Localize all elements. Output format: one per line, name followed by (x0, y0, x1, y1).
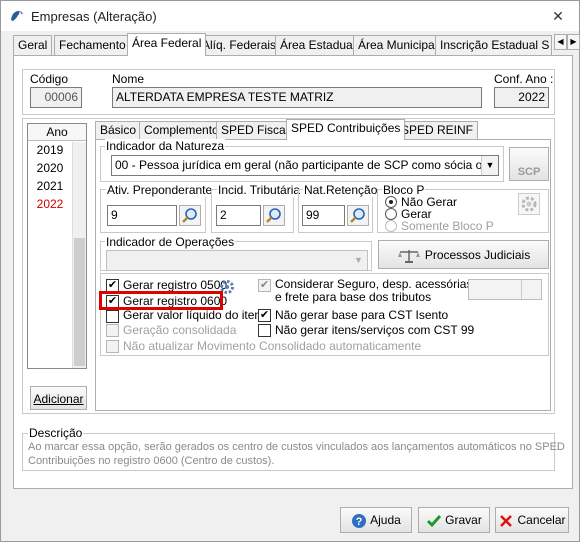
descricao-text-line2: Contribuições no registro 0600 (Centro d… (28, 455, 275, 467)
considerar-seguro-label: Considerar Seguro, desp. acessórias (275, 277, 473, 291)
cancelar-label: Cancelar (517, 513, 566, 527)
top-tab-bar: Geral Fechamento Área Federal Alíq. Fede… (13, 33, 553, 56)
operacoes-select[interactable]: ▼ (106, 250, 368, 271)
tab-scroll-left-icon[interactable]: ◀ (554, 34, 567, 50)
gravar-button[interactable]: Gravar (418, 507, 490, 533)
window-title: Empresas (Alteração) (31, 9, 157, 24)
cancelar-button[interactable]: Cancelar (495, 507, 569, 533)
checkbox-considerar-seguro[interactable]: ✔ (258, 279, 271, 292)
nao-gerar-base-isento-label: Não gerar base para CST Isento (275, 308, 449, 322)
tab-geral[interactable]: Geral (13, 35, 53, 55)
year-item[interactable]: 2019 (28, 142, 72, 159)
tab-scroll-right-icon[interactable]: ▶ (567, 34, 580, 50)
ajuda-label: Ajuda (370, 513, 401, 527)
scrollbar-thumb[interactable] (74, 238, 85, 366)
gerar-0500-label: Gerar registro 0500 (123, 278, 228, 292)
radio-nao-gerar[interactable] (385, 196, 397, 208)
tab-complemento[interactable]: Complemento (139, 121, 224, 139)
year-list-header: Ano (28, 124, 86, 141)
ajuda-button[interactable]: ? Ajuda (340, 507, 412, 533)
tab-sped-reinf[interactable]: SPED REINF (396, 121, 479, 139)
tab-sped-fiscal[interactable]: SPED Fiscal (216, 121, 294, 139)
conf-ano-label: Conf. Ano : (494, 72, 554, 86)
check-icon (427, 514, 442, 528)
conf-ano-field: 2022 (494, 87, 549, 108)
checkbox-nao-gerar-cst-99[interactable] (258, 324, 271, 337)
search-icon[interactable] (179, 205, 201, 226)
processos-judiciais-label: Processos Judiciais (424, 248, 531, 262)
tab-area-municipal[interactable]: Área Municipal (353, 35, 443, 55)
checkbox-nao-atualizar-consolidado[interactable] (106, 340, 119, 353)
operacoes-label: Indicador de Operações (105, 235, 236, 249)
tab-inscricao-estadual[interactable]: Inscrição Estadual S (435, 35, 552, 55)
valor-liquido-label: Gerar valor líquido do item (123, 308, 265, 322)
chevron-down-icon[interactable]: ▼ (350, 251, 367, 270)
window: Empresas (Alteração) ✕ Geral Fechamento … (0, 0, 580, 542)
radio-somente-bloco-p-label: Somente Bloco P (401, 219, 494, 233)
incid-field[interactable]: 2 (216, 205, 261, 226)
nao-atualizar-consolidado-label: Não atualizar Movimento Consolidado auto… (123, 339, 422, 353)
tab-sped-contribuicoes[interactable]: SPED Contribuições (286, 119, 406, 140)
incid-label: Incid. Tributária (217, 183, 302, 197)
radio-somente-bloco-p[interactable] (385, 220, 397, 232)
year-item-selected[interactable]: 2022 (28, 196, 72, 213)
year-item[interactable]: 2020 (28, 160, 72, 177)
natret-label: Nat.Retenção (303, 183, 379, 197)
processos-judiciais-button[interactable]: Processos Judiciais (378, 240, 549, 269)
scp-button[interactable]: SCP (509, 147, 549, 181)
tab-area-estadual[interactable]: Área Estadual (275, 35, 361, 55)
search-icon[interactable] (347, 205, 369, 226)
ativ-field[interactable]: 9 (107, 205, 177, 226)
natureza-select[interactable]: 00 - Pessoa jurídica em geral (não parti… (111, 155, 499, 176)
nao-gerar-cst-99-label: Não gerar itens/serviços com CST 99 (275, 323, 475, 337)
considerar-seguro-select[interactable] (468, 279, 542, 300)
svg-text:?: ? (356, 516, 363, 528)
add-year-label: Adicionar (33, 392, 84, 406)
natureza-value: 00 - Pessoa jurídica em geral (não parti… (115, 158, 499, 172)
checkbox-geracao-consolidada[interactable] (106, 324, 119, 337)
ativ-label: Ativ. Preponderante (106, 183, 214, 197)
search-icon[interactable] (263, 205, 285, 226)
gear-icon[interactable] (518, 193, 540, 215)
descricao-label: Descrição (28, 426, 84, 440)
cancel-icon (500, 514, 513, 527)
codigo-field: 00006 (30, 87, 82, 108)
app-icon (11, 11, 23, 21)
close-icon[interactable]: ✕ (546, 6, 570, 26)
checkbox-valor-liquido[interactable] (106, 310, 119, 323)
tab-fechamento[interactable]: Fechamento (54, 35, 131, 55)
checkbox-nao-gerar-base-isento[interactable]: ✔ (258, 309, 271, 322)
tab-aliq-federais[interactable]: Alíq. Federais (197, 35, 282, 55)
considerar-seguro-label-line2: e frete para base dos tributos (275, 290, 432, 304)
chevron-down-icon[interactable]: ▼ (481, 156, 498, 175)
codigo-label: Código (30, 72, 69, 86)
gravar-label: Gravar (445, 513, 482, 527)
descricao-text-line1: Ao marcar essa opção, serão gerados os c… (28, 441, 565, 453)
tab-area-federal[interactable]: Área Federal (127, 33, 207, 56)
scales-icon (397, 249, 420, 263)
nome-label: Nome (112, 72, 145, 86)
help-icon: ? (352, 513, 367, 528)
add-year-button[interactable]: Adicionar (30, 386, 87, 410)
radio-gerar[interactable] (385, 208, 397, 220)
select-divider (521, 280, 522, 299)
natret-field[interactable]: 99 (302, 205, 345, 226)
geracao-consolidada-label: Geração consolidada (123, 323, 237, 337)
natureza-label: Indicador da Natureza (105, 139, 226, 153)
title-bar: Empresas (Alteração) ✕ (1, 1, 579, 31)
tab-basico[interactable]: Básico (95, 121, 142, 139)
year-list-scrollbar[interactable] (72, 142, 86, 368)
inner-tab-bar: Básico Complemento SPED Fiscal SPED Cont… (95, 119, 550, 141)
year-item[interactable]: 2021 (28, 178, 72, 195)
year-list: Ano 2019 2020 2021 2022 (27, 123, 87, 369)
nome-field: ALTERDATA EMPRESA TESTE MATRIZ (112, 87, 482, 108)
